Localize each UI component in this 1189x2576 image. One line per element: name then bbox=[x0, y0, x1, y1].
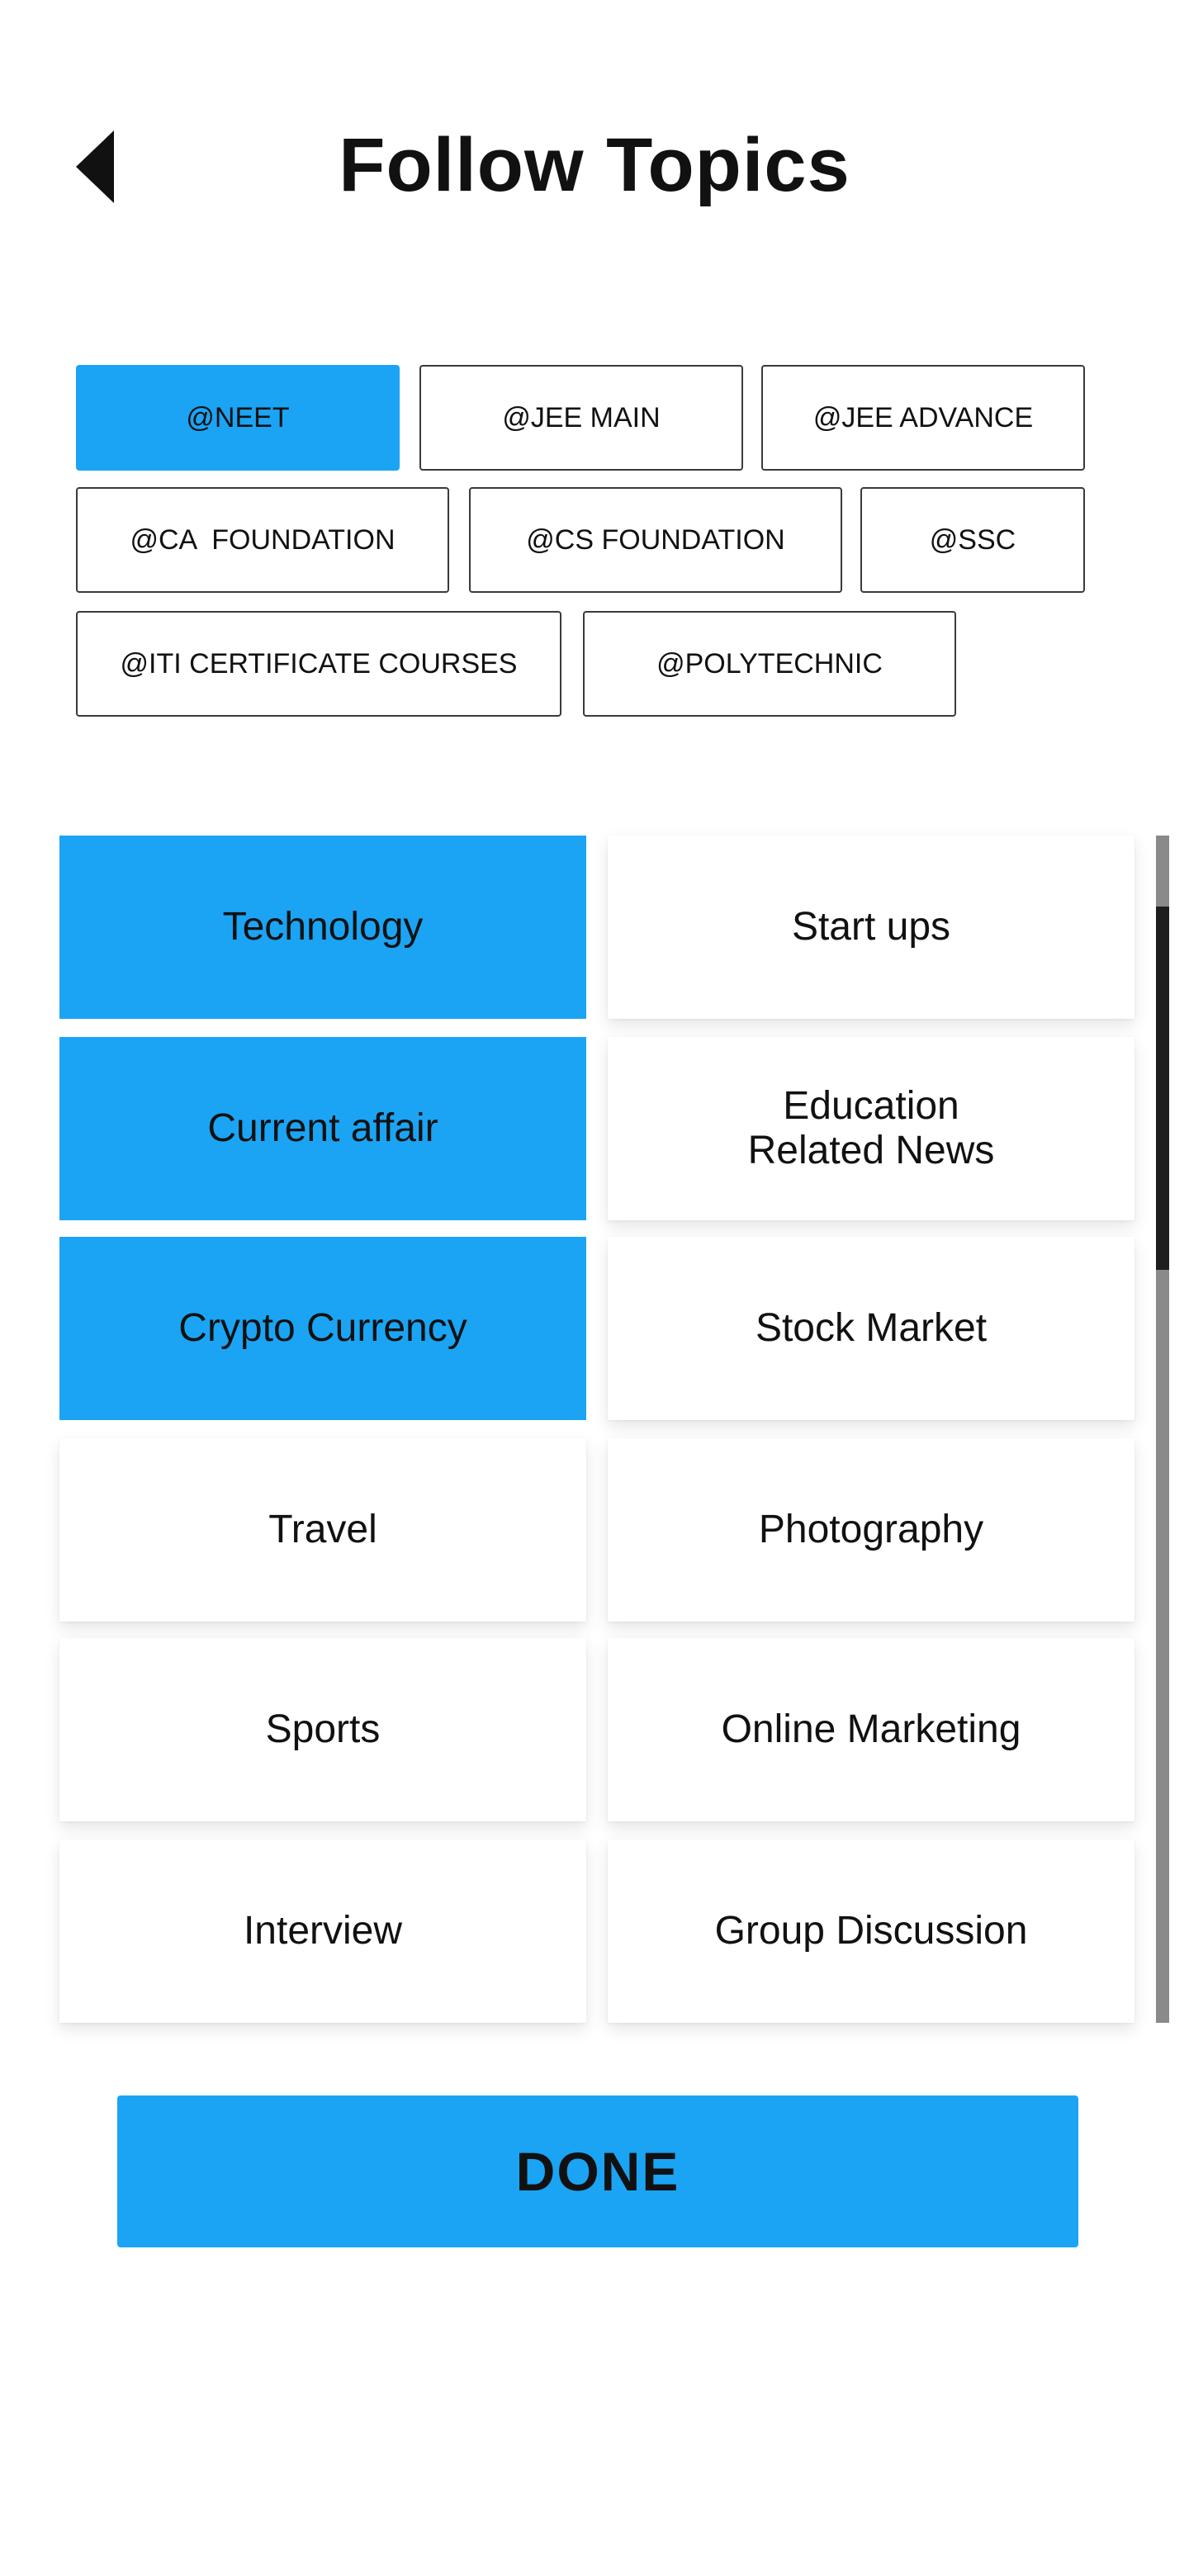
topic-card-interview[interactable]: Interview bbox=[59, 1840, 586, 2023]
topic-card-crypto-currency[interactable]: Crypto Currency bbox=[59, 1237, 586, 1420]
topic-card-start-ups[interactable]: Start ups bbox=[608, 836, 1135, 1019]
page-title: Follow Topics bbox=[339, 123, 850, 207]
exam-chip-neet[interactable]: @NEET bbox=[76, 365, 400, 471]
topic-card-education-related-news[interactable]: Education Related News bbox=[608, 1037, 1135, 1220]
done-button[interactable]: DONE bbox=[117, 2095, 1078, 2247]
exam-chip-cs-foundation[interactable]: @CS FOUNDATION bbox=[469, 487, 842, 593]
topic-card-group-discussion[interactable]: Group Discussion bbox=[608, 1840, 1135, 2023]
exam-chip-ca-foundation[interactable]: @CA FOUNDATION bbox=[76, 487, 449, 593]
topic-card-travel[interactable]: Travel bbox=[59, 1438, 586, 1622]
exam-chip-jee-advance[interactable]: @JEE ADVANCE bbox=[761, 365, 1085, 471]
scrollbar-thumb[interactable] bbox=[1156, 907, 1169, 1270]
exam-chip-polytechnic[interactable]: @POLYTECHNIC bbox=[583, 611, 956, 717]
topic-card-current-affair[interactable]: Current affair bbox=[59, 1037, 586, 1220]
topic-card-photography[interactable]: Photography bbox=[608, 1438, 1135, 1622]
exam-chip-jee-main[interactable]: @JEE MAIN bbox=[419, 365, 743, 471]
topic-card-stock-market[interactable]: Stock Market bbox=[608, 1237, 1135, 1420]
topic-card-sports[interactable]: Sports bbox=[59, 1638, 586, 1821]
topic-card-technology[interactable]: Technology bbox=[59, 836, 586, 1019]
exam-chip-iti-certificate-courses[interactable]: @ITI CERTIFICATE COURSES bbox=[76, 611, 561, 717]
exam-chip-ssc[interactable]: @SSC bbox=[860, 487, 1085, 593]
topic-card-online-marketing[interactable]: Online Marketing bbox=[608, 1638, 1135, 1821]
